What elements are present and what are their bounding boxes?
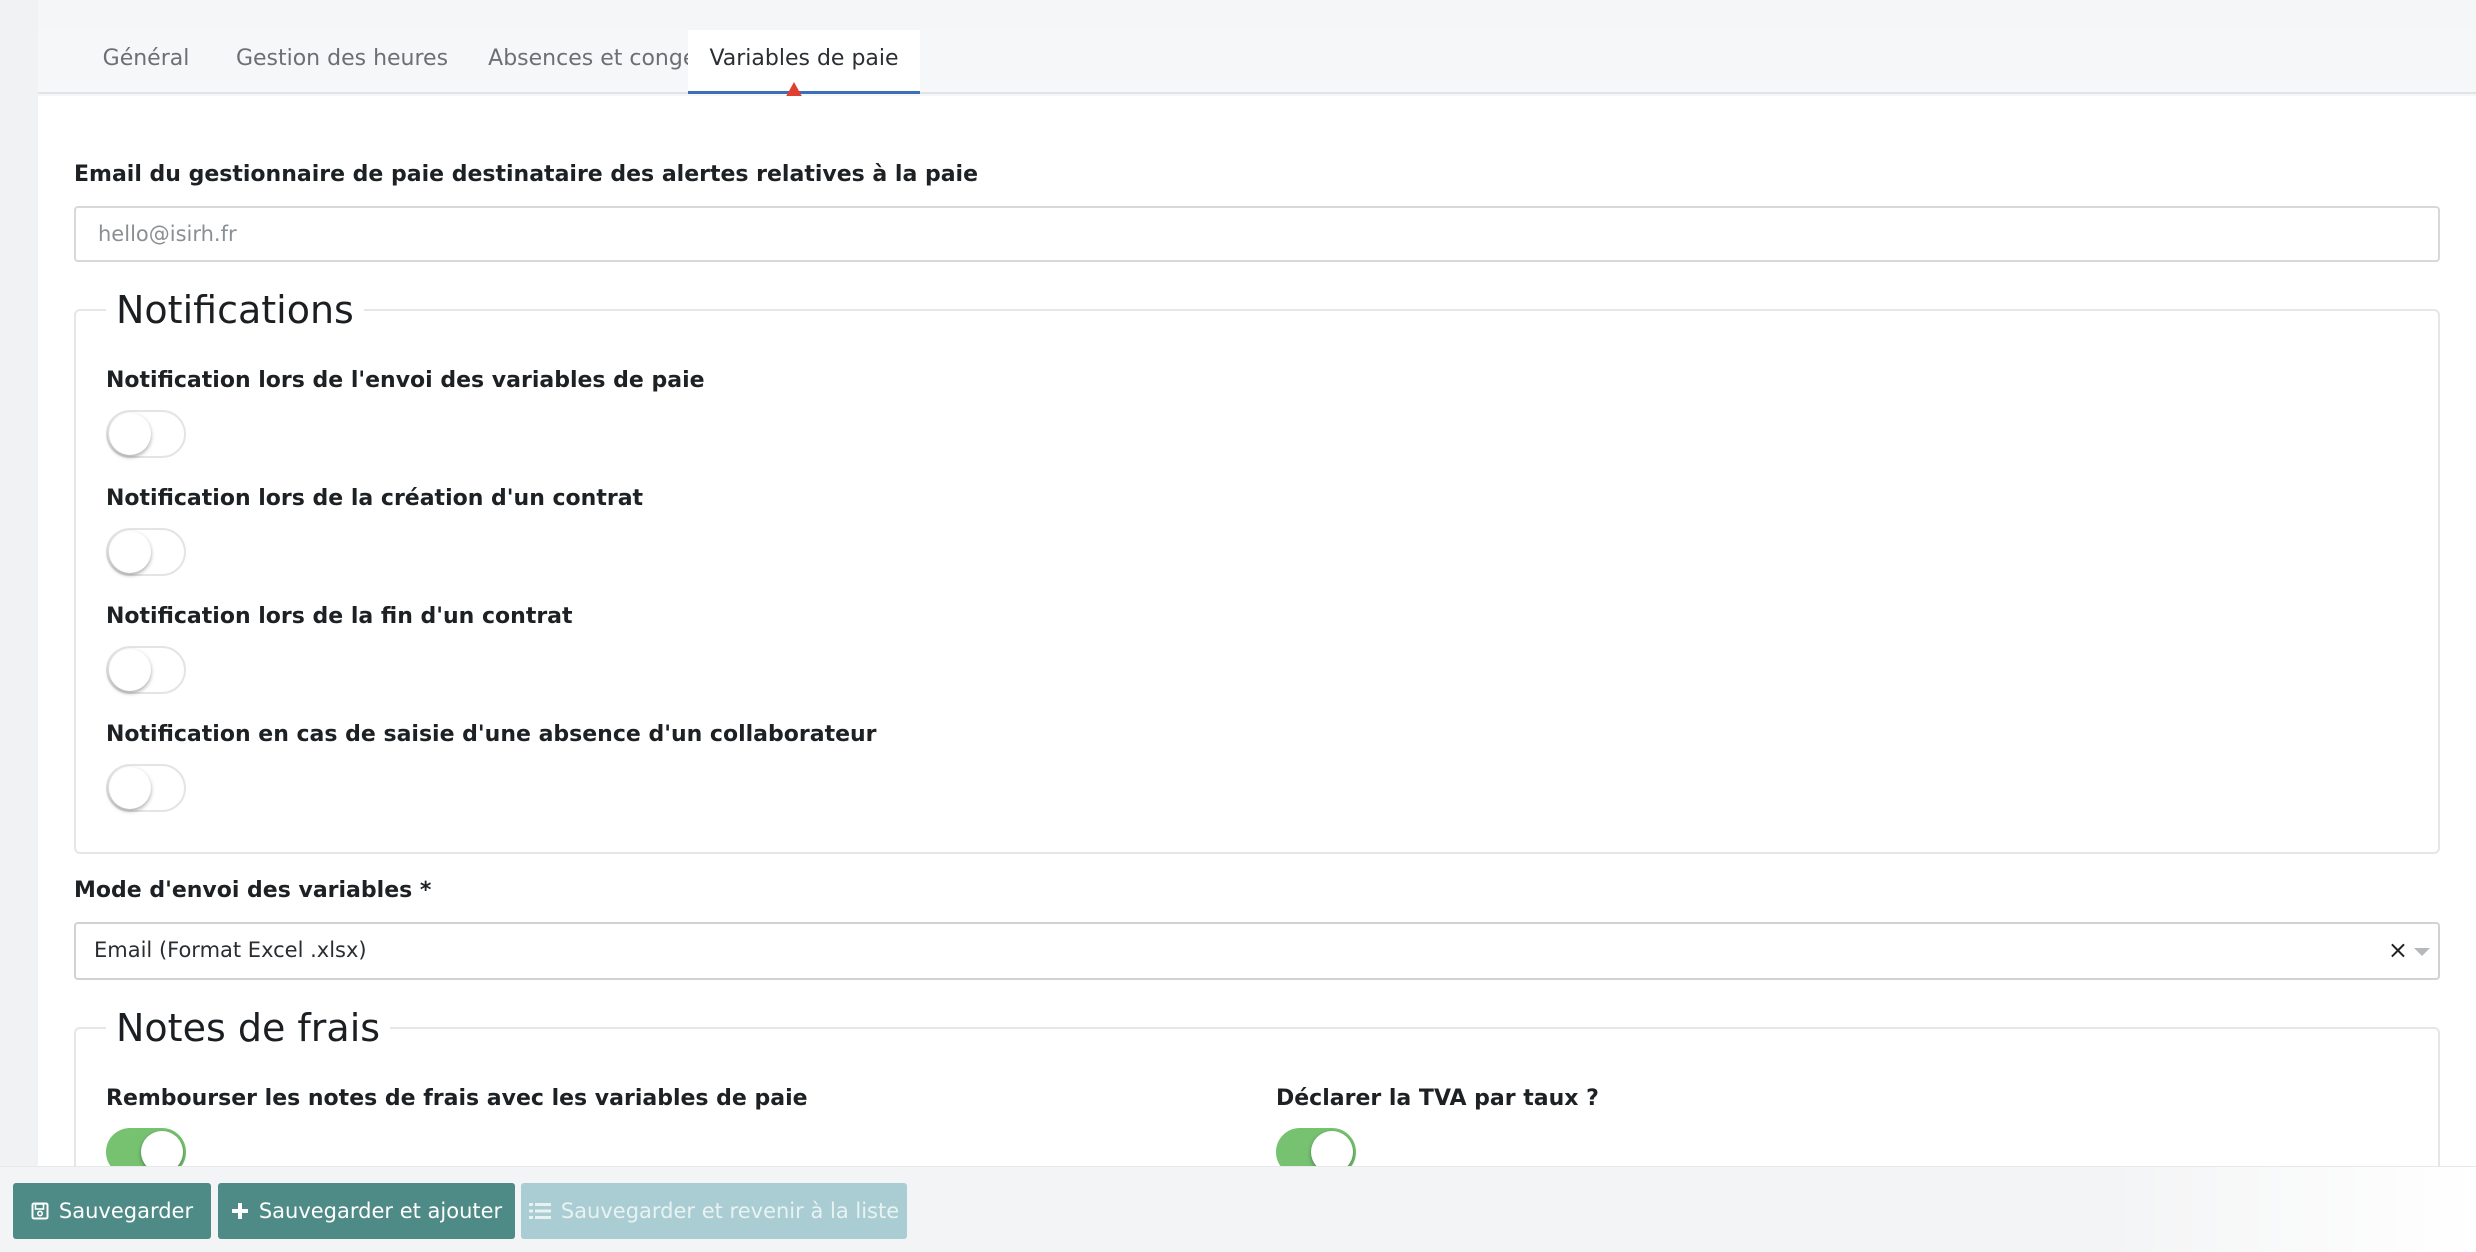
notif-absence-toggle[interactable] bbox=[106, 764, 186, 812]
toggle-knob bbox=[109, 413, 151, 455]
tab-bar: Général Gestion des heures Absences et c… bbox=[38, 30, 2476, 94]
save-and-add-button[interactable]: Sauvegarder et ajouter bbox=[218, 1183, 515, 1239]
plus-icon bbox=[231, 1203, 248, 1219]
tab-gestion-des-heures[interactable]: Gestion des heures bbox=[208, 30, 476, 94]
send-mode-label: Mode d'envoi des variables * bbox=[74, 878, 432, 903]
save-button[interactable]: Sauvegarder bbox=[13, 1183, 211, 1239]
notif-absence-label: Notification en cas de saisie d'une abse… bbox=[106, 722, 877, 747]
notifications-title: Notifications bbox=[116, 288, 354, 332]
left-gutter bbox=[0, 0, 38, 1252]
notif-creation-contrat-toggle[interactable] bbox=[106, 528, 186, 576]
notif-envoi-toggle[interactable] bbox=[106, 410, 186, 458]
email-field[interactable] bbox=[74, 206, 2440, 262]
save-and-add-label: Sauvegarder et ajouter bbox=[258, 1199, 503, 1223]
expenses-title: Notes de frais bbox=[116, 1006, 381, 1050]
save-and-return-button[interactable]: Sauvegarder et revenir à la liste bbox=[521, 1183, 907, 1239]
notif-creation-contrat-label: Notification lors de la création d'un co… bbox=[106, 486, 644, 511]
footer-action-bar: Sauvegarder Sauvegarder et ajouter Sauve… bbox=[0, 1166, 2476, 1252]
toggle-knob bbox=[109, 767, 151, 809]
floppy-disk-icon bbox=[31, 1202, 49, 1220]
toggle-knob bbox=[109, 531, 151, 573]
send-mode-select[interactable]: Email (Format Excel .xlsx) × bbox=[74, 922, 2440, 980]
email-label: Email du gestionnaire de paie destinatai… bbox=[74, 162, 978, 187]
close-icon[interactable]: × bbox=[2388, 936, 2408, 964]
tab-general[interactable]: Général bbox=[66, 30, 226, 94]
notif-fin-contrat-toggle[interactable] bbox=[106, 646, 186, 694]
notif-envoi-label: Notification lors de l'envoi des variabl… bbox=[106, 368, 705, 393]
chevron-down-icon[interactable] bbox=[2414, 948, 2430, 956]
toggle-knob bbox=[109, 649, 151, 691]
save-button-label: Sauvegarder bbox=[58, 1199, 194, 1223]
save-and-return-label: Sauvegarder et revenir à la liste bbox=[560, 1199, 900, 1223]
main-panel: Email du gestionnaire de paie destinatai… bbox=[38, 96, 2476, 1206]
reimburse-label: Rembourser les notes de frais avec les v… bbox=[106, 1086, 808, 1111]
list-icon bbox=[528, 1203, 551, 1219]
send-mode-value: Email (Format Excel .xlsx) bbox=[94, 938, 367, 962]
vat-label: Déclarer la TVA par taux ? bbox=[1276, 1086, 1599, 1111]
notif-fin-contrat-label: Notification lors de la fin d'un contrat bbox=[106, 604, 573, 629]
tab-variables-de-paie[interactable]: Variables de paie bbox=[688, 30, 920, 94]
